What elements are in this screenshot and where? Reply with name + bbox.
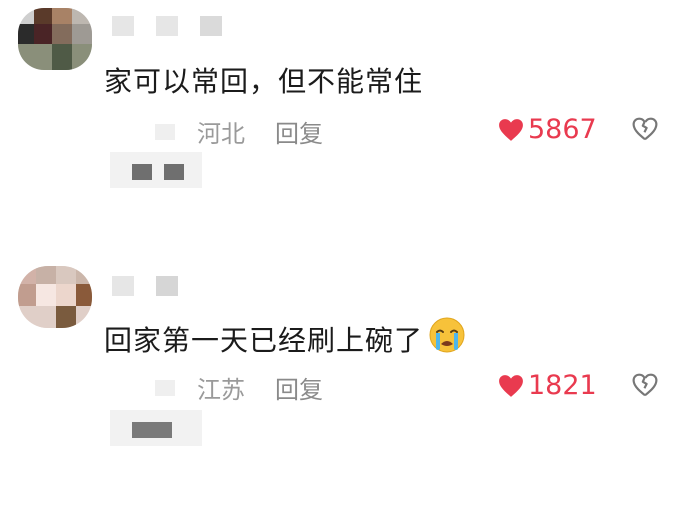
comment-text: 回家第一天已经刷上碗了 (104, 316, 467, 361)
username-redacted[interactable] (112, 276, 178, 296)
broken-heart-icon (632, 117, 658, 141)
reply-button[interactable]: 回复 (275, 114, 323, 149)
comment-meta: 河北 回复 (155, 114, 323, 149)
like-count: 5867 (528, 114, 597, 145)
avatar[interactable] (18, 266, 92, 328)
broken-heart-icon (632, 373, 658, 397)
like-button[interactable]: 5867 (498, 114, 597, 145)
like-count: 1821 (528, 370, 597, 401)
comment-text: 家可以常回，但不能常住 (104, 65, 424, 98)
like-button[interactable]: 1821 (498, 370, 597, 401)
comment-item: 回家第一天已经刷上碗了 江苏 回复 1821 (0, 252, 690, 502)
dislike-button[interactable] (632, 373, 658, 401)
location-label: 江苏 (197, 376, 245, 404)
crying-face-icon (427, 316, 467, 361)
comment-item: 家可以常回，但不能常住 河北 回复 5867 (0, 0, 690, 250)
location-label: 河北 (197, 120, 245, 148)
avatar[interactable] (18, 8, 92, 70)
comment-meta: 江苏 回复 (155, 370, 323, 405)
dislike-button[interactable] (632, 117, 658, 145)
reply-button[interactable]: 回复 (275, 370, 323, 405)
heart-filled-icon (499, 374, 523, 397)
sub-content-redacted (110, 410, 202, 446)
time-redacted (155, 123, 175, 140)
heart-filled-icon (499, 118, 523, 141)
time-redacted (155, 379, 175, 396)
sub-content-redacted (110, 152, 202, 188)
username-redacted[interactable] (112, 16, 222, 36)
